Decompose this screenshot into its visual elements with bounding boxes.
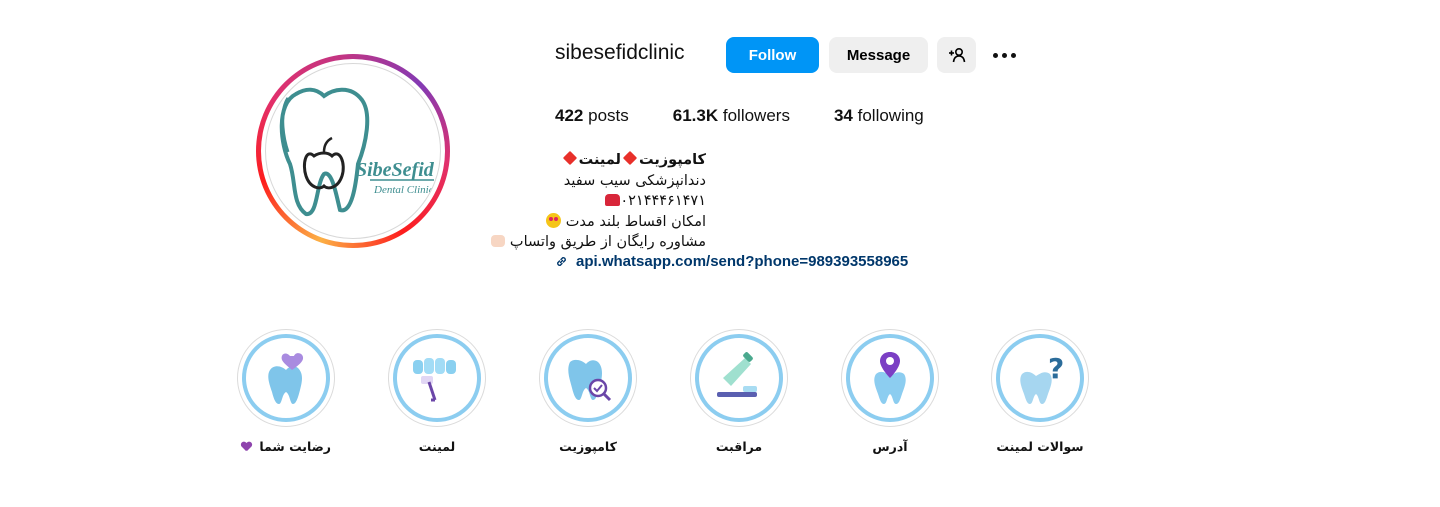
following-stat[interactable]: 34 following [834, 106, 924, 126]
pointing-hand-icon [491, 235, 506, 247]
person-add-icon [948, 47, 966, 63]
highlight-care[interactable]: مراقبت [690, 329, 788, 454]
highlight-address[interactable]: آدرس [841, 329, 939, 454]
veneers-icon [393, 334, 481, 422]
suggest-users-button[interactable] [937, 37, 976, 73]
logo-subtext: Dental Clinic [373, 184, 434, 196]
highlight-laminate-faq[interactable]: ? سوالات لمینت [991, 329, 1089, 454]
highlight-label: رضایت شما [259, 439, 331, 454]
highlight-label: کامپوزیت [559, 439, 617, 454]
highlight-laminate[interactable]: لمینت [388, 329, 486, 454]
bio-consultation: مشاوره رایگان از طریق واتساپ [487, 232, 706, 253]
message-button[interactable]: Message [829, 37, 928, 73]
clinic-logo: SibeSefid Dental Clinic [265, 63, 441, 239]
bio-clinic-name: دندانپزشکی سیب سفید [563, 172, 706, 189]
red-diamond-icon [562, 150, 577, 166]
highlight-label: مراقبت [715, 439, 763, 454]
more-options-icon [992, 52, 998, 58]
highlight-label: لمینت [418, 439, 456, 454]
bio-phone: ۰۲۱۴۴۴۶۱۴۷۱ [487, 191, 706, 212]
logo-text: SibeSefid [356, 159, 435, 181]
posts-stat: 422 posts [555, 106, 629, 125]
purple-heart-icon [241, 442, 252, 452]
heart-eyes-emoji-icon [546, 212, 562, 228]
tooth-location-icon [846, 334, 934, 422]
bio-name: کامپوزیتلمینت [487, 150, 706, 171]
tooth-magnifier-icon [544, 334, 632, 422]
profile-stats: 422 posts 61.3K followers 34 following [555, 106, 968, 126]
highlight-label: سوالات لمینت [996, 439, 1084, 454]
profile-bio: کامپوزیتلمینت دندانپزشکی سیب سفید ۰۲۱۴۴۴… [487, 150, 706, 253]
telephone-icon [605, 194, 621, 206]
highlight-composite[interactable]: کامپوزیت [539, 329, 637, 454]
link-icon [555, 255, 568, 268]
tooth-heart-icon [242, 334, 330, 422]
tooth-question-icon: ? [996, 334, 1084, 422]
bio-link[interactable]: api.whatsapp.com/send?phone=989393558965 [555, 253, 908, 270]
follow-button[interactable]: Follow [726, 37, 819, 73]
profile-username: sibesefidclinic [555, 41, 685, 64]
svg-text:?: ? [1048, 352, 1064, 385]
followers-stat[interactable]: 61.3K followers [673, 106, 790, 126]
toothbrush-paste-icon [695, 334, 783, 422]
more-options-button[interactable] [988, 44, 1020, 66]
red-diamond-icon [622, 150, 638, 166]
bio-installments: امکان اقساط بلند مدت [487, 212, 706, 233]
highlight-label: آدرس [872, 439, 908, 454]
highlight-satisfaction[interactable]: رضایت شما [237, 329, 335, 454]
profile-avatar[interactable]: SibeSefid Dental Clinic [256, 54, 450, 248]
